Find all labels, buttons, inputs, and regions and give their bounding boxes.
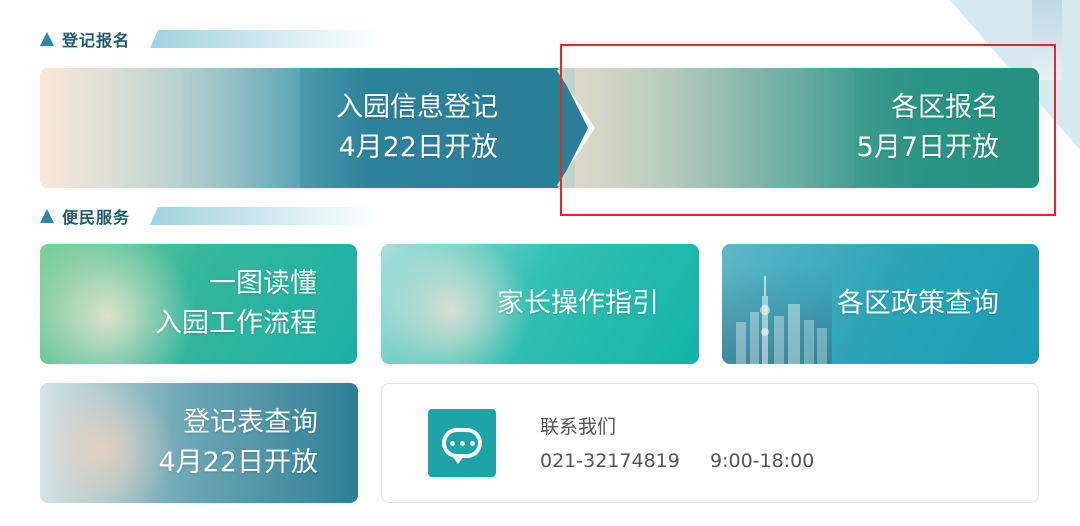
- contact-title: 联系我们: [540, 416, 617, 438]
- card-title: 入园信息登记: [336, 92, 498, 123]
- section-divider: [150, 30, 380, 48]
- section-divider: [150, 207, 380, 225]
- card-text: 各区报名 5月7日开放: [857, 88, 999, 168]
- card-subtitle: 4月22日开放: [338, 132, 498, 163]
- children-photo: [40, 68, 300, 188]
- card-text: 入园信息登记 4月22日开放: [336, 88, 498, 168]
- skyline-icon: [736, 276, 827, 364]
- section-header-registration: 登记报名: [40, 28, 130, 50]
- contact-hours: 9:00-18:00: [710, 450, 815, 472]
- process-flow-card[interactable]: 一图读懂 入园工作流程: [40, 244, 357, 364]
- chat-icon: [428, 409, 496, 477]
- card-text: 登记表查询 4月22日开放: [158, 403, 318, 483]
- card-subtitle: 5月7日开放: [856, 132, 999, 163]
- tower-image: [1032, 0, 1062, 80]
- section-header-services: 便民服务: [40, 205, 130, 227]
- card-title: 各区报名: [891, 92, 999, 123]
- children-photo: [575, 68, 855, 188]
- parent-guide-card[interactable]: 家长操作指引: [381, 244, 699, 364]
- district-policy-card[interactable]: 各区政策查询: [722, 244, 1039, 364]
- card-title: 登记表查询: [183, 407, 318, 438]
- section-marker-icon: [40, 209, 54, 223]
- contact-card[interactable]: 联系我们 021-32174819 9:00-18:00: [381, 383, 1039, 503]
- card-text: 各区政策查询: [837, 284, 999, 324]
- section-marker-icon: [40, 32, 54, 46]
- card-subtitle: 入园工作流程: [155, 308, 317, 339]
- card-text: 一图读懂 入园工作流程: [155, 264, 317, 344]
- card-title: 家长操作指引: [497, 288, 659, 319]
- card-title: 各区政策查询: [837, 288, 999, 319]
- card-subtitle: 4月22日开放: [158, 447, 318, 478]
- register-info-card[interactable]: 入园信息登记 4月22日开放: [40, 68, 588, 188]
- section-title: 便民服务: [62, 208, 131, 227]
- contact-phone[interactable]: 021-32174819: [540, 450, 680, 472]
- card-title: 一图读懂: [209, 268, 317, 299]
- card-text: 家长操作指引: [497, 284, 659, 324]
- district-apply-card[interactable]: 各区报名 5月7日开放: [555, 68, 1039, 188]
- section-title: 登记报名: [62, 31, 131, 50]
- chat-bubble-icon: [442, 428, 482, 464]
- registration-lookup-card[interactable]: 登记表查询 4月22日开放: [40, 383, 358, 503]
